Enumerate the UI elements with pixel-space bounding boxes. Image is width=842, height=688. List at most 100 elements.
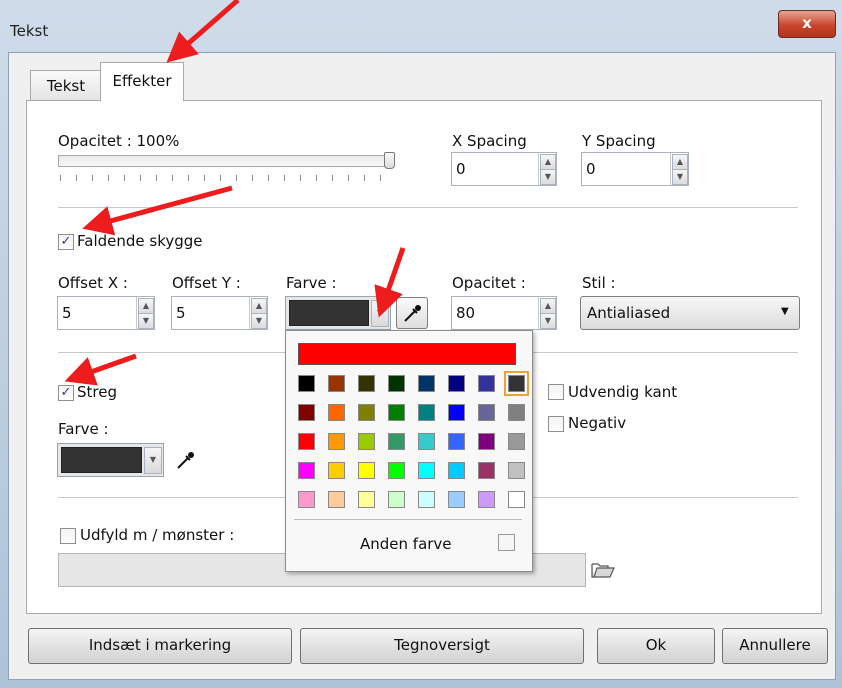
- palette-swatch[interactable]: [448, 491, 465, 508]
- color-palette-grid: [286, 331, 532, 531]
- stroke-checkbox-label: Streg: [77, 383, 117, 401]
- palette-swatch[interactable]: [478, 375, 495, 392]
- palette-swatch[interactable]: [388, 375, 405, 392]
- palette-swatch[interactable]: [418, 491, 435, 508]
- tab-effekter[interactable]: Effekter: [100, 62, 184, 102]
- palette-swatch[interactable]: [298, 404, 315, 421]
- shadow-color-swatch: [289, 300, 369, 326]
- tab-tekst[interactable]: Tekst: [30, 70, 102, 102]
- palette-swatch[interactable]: [478, 433, 495, 450]
- palette-swatch[interactable]: [298, 375, 315, 392]
- x-spacing-up-icon[interactable]: ▲: [540, 154, 556, 170]
- shadow-opacity-label: Opacitet :: [452, 274, 526, 292]
- negative-checkbox[interactable]: [548, 416, 564, 432]
- title-bar[interactable]: Tekst x: [0, 0, 842, 50]
- fill-pattern-checkbox[interactable]: [60, 528, 76, 544]
- palette-swatch[interactable]: [328, 433, 345, 450]
- palette-swatch[interactable]: [388, 462, 405, 479]
- style-label: Stil :: [582, 274, 616, 292]
- palette-swatch[interactable]: [358, 462, 375, 479]
- palette-swatch[interactable]: [478, 491, 495, 508]
- offset-y-value: 5: [176, 304, 186, 322]
- opacity-label: Opacitet : 100%: [58, 132, 180, 150]
- y-spacing-up-icon[interactable]: ▲: [672, 154, 688, 170]
- palette-swatch[interactable]: [448, 462, 465, 479]
- shadow-color-label: Farve :: [286, 274, 337, 292]
- palette-swatch[interactable]: [478, 404, 495, 421]
- opacity-slider-thumb[interactable]: [384, 152, 395, 169]
- shadow-checkbox[interactable]: ✓: [58, 234, 74, 250]
- style-select-value: Antialiased: [587, 304, 671, 322]
- stroke-color-swatch: [61, 447, 142, 473]
- offset-x-up-icon[interactable]: ▲: [138, 298, 154, 314]
- shadow-color-picker[interactable]: ▼: [285, 296, 391, 330]
- offset-y-label: Offset Y :: [172, 274, 241, 292]
- other-color-swatch[interactable]: [498, 534, 515, 551]
- eyedropper-button[interactable]: [396, 297, 428, 329]
- palette-swatch[interactable]: [478, 462, 495, 479]
- shadow-opacity-up-icon[interactable]: ▲: [540, 298, 556, 314]
- shadow-opacity-spinner[interactable]: 80 ▲ ▼: [451, 296, 557, 330]
- other-color-label[interactable]: Anden farve: [360, 535, 452, 553]
- stroke-checkbox[interactable]: ✓: [58, 385, 74, 401]
- close-button[interactable]: x: [778, 10, 836, 38]
- palette-swatch[interactable]: [328, 462, 345, 479]
- palette-swatch[interactable]: [298, 462, 315, 479]
- shadow-opacity-value: 80: [456, 304, 476, 322]
- palette-swatch[interactable]: [508, 433, 525, 450]
- insert-button[interactable]: Indsæt i markering: [28, 628, 292, 664]
- palette-swatch[interactable]: [388, 491, 405, 508]
- palette-swatch[interactable]: [418, 404, 435, 421]
- palette-swatch[interactable]: [508, 404, 525, 421]
- offset-x-spinner[interactable]: 5 ▲ ▼: [57, 296, 155, 330]
- palette-swatch[interactable]: [508, 491, 525, 508]
- offset-y-spinner[interactable]: 5 ▲ ▼: [171, 296, 268, 330]
- palette-swatch[interactable]: [298, 433, 315, 450]
- y-spacing-spinner[interactable]: 0 ▲ ▼: [581, 152, 689, 186]
- x-spacing-spinner[interactable]: 0 ▲ ▼: [451, 152, 557, 186]
- palette-swatch[interactable]: [504, 371, 529, 396]
- x-spacing-label: X Spacing: [452, 132, 527, 150]
- y-spacing-down-icon[interactable]: ▼: [672, 169, 688, 185]
- color-picker-popup: Anden farve: [285, 330, 533, 572]
- shadow-opacity-down-icon[interactable]: ▼: [540, 313, 556, 329]
- palette-swatch[interactable]: [388, 433, 405, 450]
- offset-y-down-icon[interactable]: ▼: [251, 313, 267, 329]
- palette-swatch[interactable]: [358, 491, 375, 508]
- palette-swatch[interactable]: [328, 491, 345, 508]
- x-spacing-down-icon[interactable]: ▼: [540, 169, 556, 185]
- offset-y-up-icon[interactable]: ▲: [251, 298, 267, 314]
- chevron-down-icon[interactable]: ▼: [371, 300, 389, 327]
- cancel-button[interactable]: Annullere: [722, 628, 828, 664]
- style-select[interactable]: Antialiased ▼: [580, 296, 800, 330]
- palette-swatch[interactable]: [508, 462, 525, 479]
- palette-swatch[interactable]: [448, 404, 465, 421]
- folder-open-icon[interactable]: [590, 558, 616, 580]
- palette-swatch[interactable]: [358, 375, 375, 392]
- stroke-color-picker[interactable]: ▼: [57, 443, 164, 477]
- divider: [58, 207, 798, 208]
- palette-swatch[interactable]: [358, 404, 375, 421]
- palette-swatch[interactable]: [328, 404, 345, 421]
- opacity-slider-ticks: [60, 175, 392, 181]
- charmap-button[interactable]: Tegnoversigt: [300, 628, 584, 664]
- outer-edge-checkbox[interactable]: [548, 384, 564, 400]
- fill-pattern-label: Udfyld m / mønster :: [80, 526, 235, 544]
- opacity-slider-track[interactable]: [58, 155, 393, 167]
- chevron-down-icon[interactable]: ▼: [144, 447, 162, 474]
- palette-swatch[interactable]: [448, 433, 465, 450]
- palette-swatch[interactable]: [388, 404, 405, 421]
- offset-x-label: Offset X :: [58, 274, 128, 292]
- palette-swatch[interactable]: [448, 375, 465, 392]
- offset-x-down-icon[interactable]: ▼: [138, 313, 154, 329]
- palette-swatch[interactable]: [358, 433, 375, 450]
- palette-swatch[interactable]: [418, 433, 435, 450]
- eyedropper-icon[interactable]: [170, 445, 200, 475]
- window-title: Tekst: [10, 22, 49, 40]
- palette-swatch[interactable]: [418, 375, 435, 392]
- palette-swatch[interactable]: [298, 491, 315, 508]
- palette-swatch[interactable]: [418, 462, 435, 479]
- palette-swatch[interactable]: [328, 375, 345, 392]
- x-spacing-value: 0: [456, 160, 466, 178]
- ok-button[interactable]: Ok: [597, 628, 715, 664]
